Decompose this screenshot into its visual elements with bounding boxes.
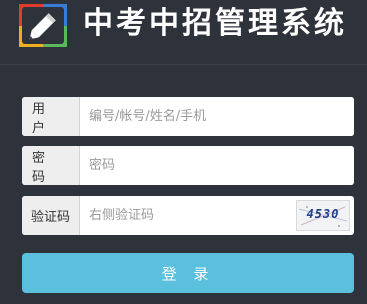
pencil-logo-icon	[19, 4, 67, 47]
captcha-row: 验证码 4530	[22, 196, 354, 235]
captcha-image[interactable]: 4530	[296, 200, 350, 231]
password-row: 密 码	[22, 146, 354, 185]
username-row: 用 户	[22, 97, 354, 136]
username-input[interactable]	[80, 97, 354, 136]
username-label: 用 户	[22, 97, 80, 136]
captcha-label: 验证码	[22, 196, 80, 235]
header: 中考中招管理系统	[0, 0, 367, 65]
password-input[interactable]	[80, 146, 354, 185]
captcha-text: 4530	[306, 207, 340, 221]
page-title: 中考中招管理系统	[83, 6, 347, 41]
password-label: 密 码	[22, 146, 80, 185]
login-button[interactable]: 登 录	[22, 253, 354, 293]
captcha-input[interactable]	[80, 196, 296, 235]
login-page: 中考中招管理系统 用 户 密 码 验证码 4530 登 录	[0, 0, 367, 304]
